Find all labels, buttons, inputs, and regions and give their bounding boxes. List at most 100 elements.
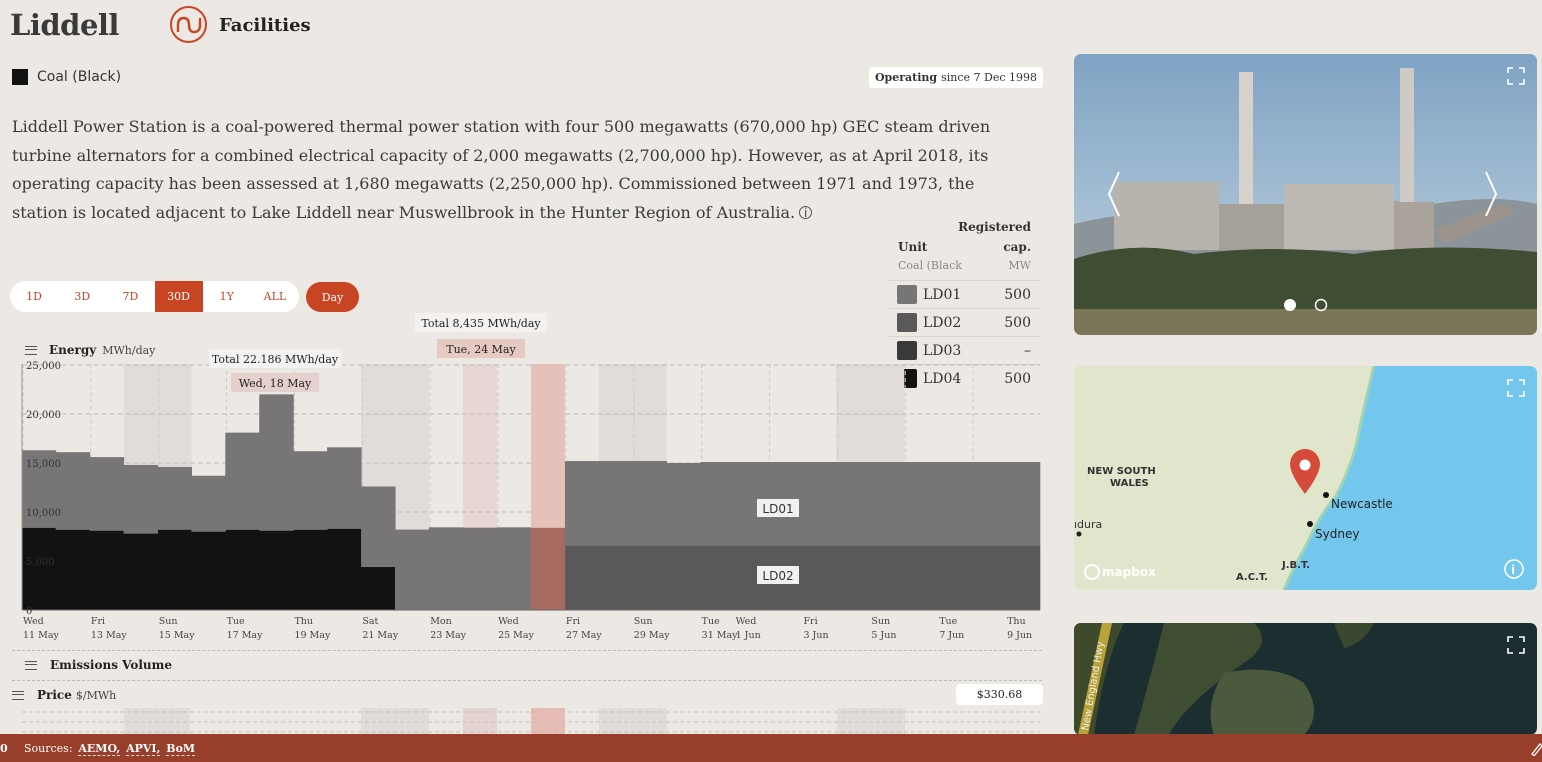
bar-ld01[interactable]	[191, 475, 226, 532]
bar-ld04[interactable]	[293, 529, 328, 610]
bar-ld01[interactable]	[971, 462, 1007, 546]
bar-ld01[interactable]	[394, 529, 430, 610]
x-tick-date: 21 May	[362, 630, 398, 641]
bar-ld04[interactable]	[191, 531, 226, 610]
x-tick-date: 13 May	[91, 630, 127, 641]
bar-ld01[interactable]	[428, 527, 464, 610]
bar-ld02[interactable]	[836, 545, 871, 610]
bar-ld01[interactable]	[259, 394, 294, 531]
selected-highlight-band	[531, 364, 565, 528]
bar-ld01[interactable]	[903, 462, 939, 546]
facility-photo-carousel[interactable]	[1074, 54, 1537, 335]
satellite-map[interactable]: New England Hwy	[1074, 623, 1537, 735]
source-link-apvi[interactable]: APVI,	[126, 741, 161, 756]
bar-ld01[interactable]	[598, 461, 634, 546]
bar-ld01[interactable]	[564, 461, 600, 546]
svg-text:i: i	[1511, 563, 1515, 577]
bar-ld01[interactable]	[225, 432, 260, 530]
edit-icon[interactable]	[1530, 740, 1542, 756]
menu-icon[interactable]	[25, 345, 37, 355]
bar-ld01[interactable]	[361, 486, 396, 567]
bar-ld01[interactable]	[123, 464, 159, 534]
bar-ld02[interactable]	[971, 545, 1007, 610]
bar-ld01[interactable]	[327, 447, 362, 529]
bar-ld01[interactable]	[462, 527, 498, 610]
divider	[12, 680, 1042, 681]
energy-unit: MWh/day	[102, 343, 156, 357]
header-registered: Registered	[958, 220, 1031, 234]
x-tick-date: 25 May	[498, 630, 534, 641]
power-station-photo	[1074, 54, 1537, 335]
bar-ld02[interactable]	[937, 545, 973, 610]
info-icon[interactable]: i	[799, 206, 813, 220]
emissions-panel-header[interactable]: Emissions Volume	[25, 658, 172, 672]
y-tick-label: 10,000	[26, 508, 61, 519]
bar-ld01[interactable]	[293, 451, 328, 530]
energy-title: Energy	[49, 343, 97, 357]
bar-ld01[interactable]	[870, 462, 905, 546]
bar-ld02[interactable]	[632, 545, 668, 610]
bar-ld02[interactable]	[903, 545, 939, 610]
expand-icon[interactable]	[1507, 67, 1525, 85]
x-tick-date: 5 Jun	[871, 630, 896, 641]
facility-description: Liddell Power Station is a coal-powered …	[12, 113, 1032, 227]
menu-icon[interactable]	[12, 690, 24, 700]
sources-label: Sources:	[24, 741, 73, 755]
bar-ld01[interactable]	[700, 462, 735, 546]
tooltip-total: Total 8,435 MWh/day	[421, 317, 541, 330]
bar-ld04[interactable]	[157, 529, 192, 610]
bar-ld04[interactable]	[361, 566, 396, 610]
bar-ld04[interactable]	[259, 530, 294, 610]
bar-ld01[interactable]	[530, 527, 566, 610]
map-region-label-1: NEW SOUTH	[1087, 466, 1156, 477]
bar-ld01[interactable]	[157, 466, 192, 530]
tooltip-date: Wed, 18 May	[239, 377, 312, 390]
bar-ld04[interactable]	[225, 529, 260, 610]
bar-ld01[interactable]	[836, 462, 871, 546]
bar-ld04[interactable]	[327, 528, 362, 610]
x-tick-day: Sun	[634, 616, 653, 627]
location-map[interactable]: NEW SOUTH WALES ıdura Newcastle Sydney A…	[1074, 366, 1537, 590]
bar-ld02[interactable]	[870, 545, 905, 610]
x-tick-day: Sun	[159, 616, 178, 627]
expand-icon[interactable]	[1507, 636, 1525, 654]
bar-ld01[interactable]	[802, 462, 837, 546]
map-region-label-2: WALES	[1110, 478, 1149, 489]
bar-ld01[interactable]	[666, 463, 701, 546]
x-tick-day: Thu	[1007, 616, 1026, 627]
openelectricity-logo[interactable]	[170, 6, 207, 43]
carousel-dot-active[interactable]	[1284, 299, 1296, 311]
facilities-link[interactable]: Facilities	[219, 15, 311, 36]
bar-ld02[interactable]	[1005, 545, 1041, 610]
menu-icon[interactable]	[25, 660, 37, 670]
energy-chart[interactable]: 25,00020,00015,00010,0005,0000Wed11 MayF…	[0, 300, 1060, 645]
bar-ld01[interactable]	[632, 461, 668, 546]
divider	[12, 650, 1042, 651]
bar-ld01[interactable]	[496, 527, 532, 610]
bar-ld02[interactable]	[802, 545, 837, 610]
bar-ld04[interactable]	[89, 530, 125, 610]
x-tick-day: Fri	[91, 616, 105, 627]
y-tick-label: 15,000	[26, 459, 61, 470]
bar-ld02[interactable]	[598, 545, 634, 610]
bar-ld04[interactable]	[123, 533, 159, 610]
bar-ld02[interactable]	[564, 545, 600, 610]
bar-ld02[interactable]	[666, 545, 701, 610]
bar-ld01[interactable]	[937, 462, 973, 546]
source-link-aemo[interactable]: AEMO,	[78, 741, 121, 756]
price-panel-header[interactable]: Price $/MWh	[12, 688, 116, 702]
fuel-color-swatch	[12, 69, 28, 85]
price-title: Price	[37, 688, 72, 702]
bar-ld04[interactable]	[21, 527, 57, 610]
map-canvas: NEW SOUTH WALES ıdura Newcastle Sydney A…	[1074, 366, 1537, 590]
bar-ld02[interactable]	[700, 545, 735, 610]
x-tick-day: Thu	[294, 616, 313, 627]
footer-left-fragment: 0	[0, 741, 8, 755]
bar-ld01[interactable]	[89, 457, 125, 531]
source-link-bom[interactable]: BoM	[166, 741, 196, 756]
bar-ld04[interactable]	[55, 529, 91, 610]
expand-icon[interactable]	[1507, 379, 1525, 397]
tooltip-date: Tue, 24 May	[446, 343, 516, 356]
bar-ld01[interactable]	[1005, 462, 1041, 546]
x-tick-day: Sun	[871, 616, 890, 627]
